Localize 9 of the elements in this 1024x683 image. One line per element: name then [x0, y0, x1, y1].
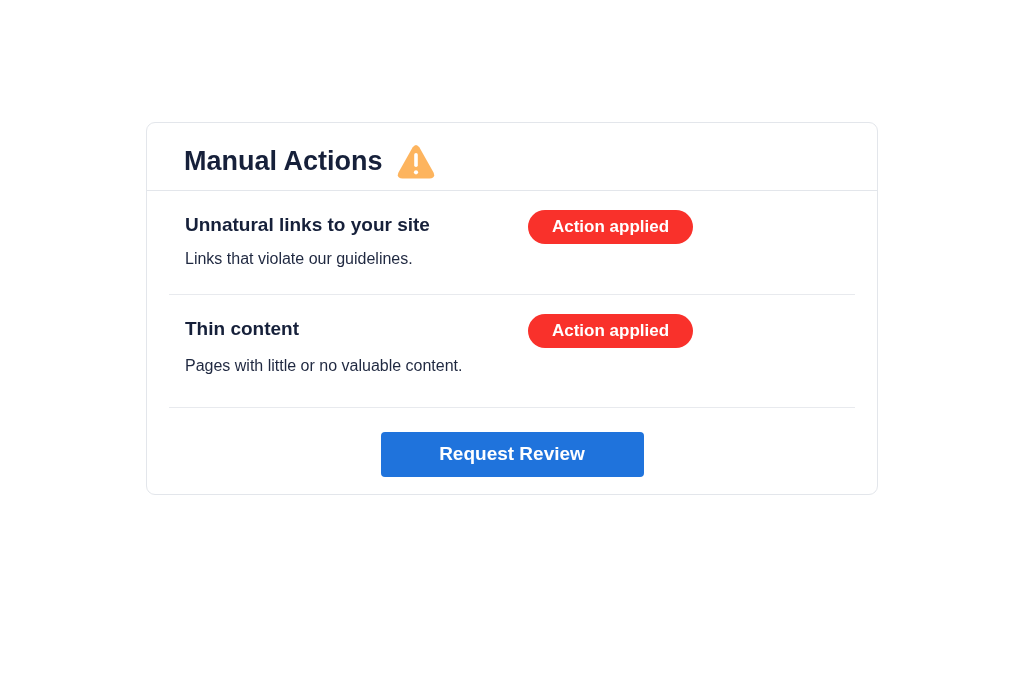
- action-title: Thin content: [185, 317, 300, 341]
- panel-title: Manual Actions: [184, 145, 383, 178]
- status-badge: Action applied: [528, 210, 693, 244]
- action-title: Unnatural links to your site: [185, 213, 431, 237]
- warning-icon: [396, 143, 435, 179]
- status-badge: Action applied: [528, 314, 693, 348]
- request-review-button[interactable]: Request Review: [380, 432, 644, 477]
- action-description: Pages with little or no valuable content.: [185, 356, 464, 376]
- action-description: Links that violate our guidelines.: [185, 249, 414, 269]
